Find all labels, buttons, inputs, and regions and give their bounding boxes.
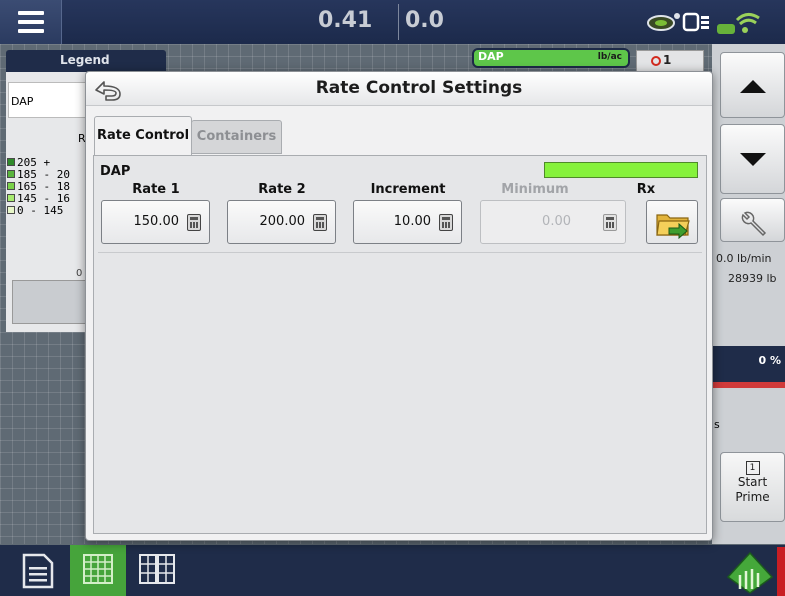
heading-readout: 0.0 bbox=[405, 8, 444, 33]
start-prime-button[interactable]: 1 Start Prime bbox=[720, 452, 785, 522]
flow-rate: 0.0 lb/min bbox=[716, 252, 772, 265]
tab-containers[interactable]: Containers bbox=[191, 120, 282, 154]
map-grid-button[interactable] bbox=[70, 545, 126, 596]
rate-control-panel: DAP Rate 1 Rate 2 Increment Minimum Rx 1… bbox=[93, 155, 707, 534]
right-panel-label: s bbox=[714, 418, 720, 431]
document-button[interactable] bbox=[10, 545, 66, 596]
home-icon bbox=[726, 547, 785, 596]
legend-swatch bbox=[7, 206, 15, 214]
legend-settings-button[interactable] bbox=[12, 280, 90, 324]
rate-2-label: Rate 2 bbox=[258, 182, 306, 197]
status-icons[interactable] bbox=[645, 6, 785, 38]
legend-panel: DAP Ra 205 + 185 - 20 165 - 18 145 - 16 … bbox=[6, 72, 92, 332]
legend-swatch bbox=[7, 170, 15, 178]
start-prime-label-2: Prime bbox=[735, 490, 770, 504]
increment-label: Increment bbox=[370, 182, 446, 197]
alarm-button[interactable]: 1 bbox=[636, 50, 704, 72]
rate-1-label: Rate 1 bbox=[132, 182, 180, 197]
rate-1-field[interactable]: 150.00 bbox=[101, 200, 210, 244]
panel-divider bbox=[98, 252, 702, 253]
top-bar: 0.41 0.0 bbox=[0, 0, 785, 44]
legend-zero-label: 0 bbox=[76, 268, 83, 279]
bin-level-strip: 0 % bbox=[712, 346, 785, 384]
minimum-field: 0.00 bbox=[480, 200, 626, 244]
menu-button[interactable] bbox=[0, 0, 62, 44]
increment-value: 10.00 bbox=[393, 214, 431, 229]
tab-rate-control[interactable]: Rate Control bbox=[94, 116, 192, 156]
calculator-icon bbox=[439, 214, 453, 231]
legend-product-select[interactable]: DAP bbox=[8, 82, 86, 118]
product-bar-name: DAP bbox=[478, 50, 504, 63]
bin-level-warning bbox=[712, 382, 785, 388]
rate-up-button[interactable] bbox=[720, 52, 785, 118]
product-settings-button[interactable] bbox=[720, 198, 785, 242]
rx-prescription-button[interactable] bbox=[646, 200, 698, 244]
increment-field[interactable]: 10.00 bbox=[353, 200, 462, 244]
split-grid-button[interactable] bbox=[130, 545, 186, 596]
legend-swatch bbox=[7, 158, 15, 166]
legend-swatch bbox=[7, 194, 15, 202]
start-prime-label: Start bbox=[737, 475, 768, 489]
home-button[interactable] bbox=[722, 545, 785, 596]
implement-icon bbox=[647, 13, 680, 31]
rx-label: Rx bbox=[636, 182, 656, 197]
rate-down-button[interactable] bbox=[720, 124, 785, 194]
speed-readout: 0.41 bbox=[318, 8, 373, 33]
rate-2-value: 200.00 bbox=[259, 214, 306, 229]
split-grid-icon bbox=[139, 554, 175, 584]
prime-number-badge: 1 bbox=[745, 461, 760, 475]
rate-control-settings-dialog: Rate Control Settings Rate Control Conta… bbox=[85, 71, 713, 541]
document-icon bbox=[22, 553, 54, 589]
up-arrow-icon bbox=[740, 80, 766, 93]
grid-icon bbox=[83, 554, 113, 584]
minimum-value: 0.00 bbox=[542, 214, 571, 229]
rate-1-value: 150.00 bbox=[133, 214, 180, 229]
alarm-icon bbox=[651, 56, 661, 66]
product-bar-unit: lb/ac bbox=[597, 52, 622, 62]
product-name: DAP bbox=[100, 164, 131, 179]
product-rate-bar[interactable]: DAP lb/ac bbox=[472, 48, 630, 68]
legend-row: 0 - 145 bbox=[7, 204, 63, 217]
calculator-icon bbox=[603, 214, 617, 231]
minimum-label: Minimum bbox=[501, 182, 569, 197]
legend-tab[interactable]: Legend bbox=[6, 50, 166, 72]
bin-level-percent: 0 % bbox=[758, 354, 781, 367]
dialog-header: Rate Control Settings bbox=[86, 72, 712, 106]
total-weight: 28939 lb bbox=[728, 272, 777, 285]
prescription-folder-icon bbox=[656, 214, 690, 240]
alarm-count: 1 bbox=[663, 53, 672, 67]
legend-swatch bbox=[7, 182, 15, 190]
display-status-icon bbox=[682, 12, 709, 32]
wrench-icon bbox=[741, 211, 767, 237]
dialog-title: Rate Control Settings bbox=[315, 78, 523, 98]
calculator-icon bbox=[313, 214, 327, 231]
product-color-swatch bbox=[544, 162, 698, 178]
readout-divider bbox=[398, 4, 399, 40]
down-arrow-icon bbox=[740, 153, 766, 166]
bottom-bar bbox=[0, 545, 785, 596]
rate-2-field[interactable]: 200.00 bbox=[227, 200, 336, 244]
dialog-tab-bar: Rate Control Containers bbox=[94, 116, 706, 156]
gps-signal-icon bbox=[717, 13, 760, 34]
calculator-icon bbox=[187, 214, 201, 231]
